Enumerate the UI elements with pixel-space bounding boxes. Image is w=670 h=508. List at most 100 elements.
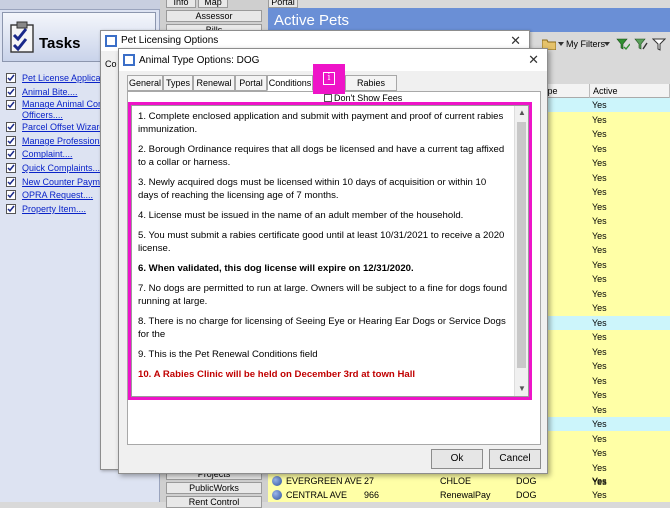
record-icon — [272, 476, 282, 486]
active-cell: Yes — [592, 230, 607, 241]
active-cell: Yes — [592, 100, 607, 110]
dont-show-fees-checkbox[interactable]: Don't Show Fees — [324, 93, 402, 103]
name-cell: RenewalPay — [440, 490, 491, 500]
active-cell: Yes — [592, 419, 607, 429]
close-icon[interactable]: ✕ — [510, 33, 521, 49]
ok-button[interactable]: Ok — [431, 449, 483, 469]
cancel-button[interactable]: Cancel — [489, 449, 541, 469]
active-cell: Yes — [592, 332, 607, 342]
active-cell: Yes — [592, 172, 607, 183]
num-cell: 27 — [364, 476, 375, 486]
task-check-icon — [6, 162, 16, 173]
active-cell: Yes — [592, 476, 607, 486]
chevron-down-icon[interactable] — [558, 40, 564, 48]
condition-line: 7. No dogs are permitted to run at large… — [138, 283, 508, 307]
nav-tab-portal[interactable]: Portal — [268, 0, 298, 8]
scroll-thumb[interactable] — [517, 122, 526, 368]
table-row[interactable]: CENTRAL AVE 966 RenewalPay DOG Yes — [268, 488, 670, 502]
active-cell: Yes — [592, 404, 607, 415]
table-row[interactable]: EVERGREEN AVE 27 CHLOE DOG Yes — [268, 474, 670, 488]
active-cell: Yes — [592, 361, 607, 371]
active-cell: Yes — [592, 143, 607, 154]
dont-show-fees-label: Don't Show Fees — [334, 93, 403, 103]
filter-check-icon[interactable] — [616, 37, 630, 51]
active-cell: Yes — [592, 187, 607, 197]
active-cell: Yes — [592, 288, 607, 299]
active-cell: Yes — [592, 245, 607, 255]
nav-publicworks-button[interactable]: PublicWorks — [166, 482, 262, 494]
vertical-scrollbar[interactable]: ▲ ▼ — [514, 106, 528, 396]
nav-assessor-button[interactable]: Assessor — [166, 10, 262, 22]
condition-line: 8. There is no charge for licensing of S… — [138, 316, 506, 340]
task-link[interactable]: Animal Bite.... — [22, 87, 78, 97]
active-cell: Yes — [592, 375, 607, 386]
checkbox-icon[interactable] — [324, 94, 332, 102]
condition-line: 9. This is the Pet Renewal Conditions fi… — [138, 349, 318, 360]
active-cell: Yes — [592, 462, 607, 473]
task-link[interactable]: Quick Complaints.... — [22, 163, 103, 173]
active-cell: Yes — [592, 390, 607, 400]
tab-types[interactable]: Types — [163, 75, 193, 91]
active-cell: Yes — [592, 448, 607, 458]
street-cell: EVERGREEN AVE — [286, 476, 362, 486]
street-cell: CENTRAL AVE — [286, 490, 348, 500]
task-check-icon — [6, 203, 16, 214]
active-pets-title: Active Pets — [268, 8, 670, 32]
condition-line: 10. A Rabies Clinic will be held on Dece… — [138, 369, 416, 380]
task-check-icon — [6, 100, 16, 111]
tab-portal[interactable]: Portal — [235, 75, 267, 91]
tab-rabies-clinic[interactable]: Rabies Clinic — [345, 75, 397, 102]
task-link[interactable]: OPRA Request.... — [22, 190, 93, 200]
condition-line: 5. You must submit a rabies certificate … — [138, 230, 505, 254]
active-cell: Yes — [592, 259, 607, 270]
tasks-title: Tasks — [39, 35, 81, 52]
task-check-icon — [6, 135, 16, 146]
clipboard-check-icon — [10, 21, 34, 53]
active-cell: Yes — [592, 317, 607, 328]
tab-renewal[interactable]: Renewal — [193, 75, 235, 91]
close-icon[interactable]: ✕ — [528, 52, 539, 68]
tab-general[interactable]: General — [127, 75, 163, 91]
active-cell: Yes — [592, 303, 607, 313]
active-cell: Yes — [592, 346, 607, 357]
app-icon — [123, 54, 135, 66]
nav-more-button[interactable]: Rent Control — [166, 496, 262, 508]
pets-toolbar: My Filters — [540, 36, 670, 54]
partial-label: Co — [105, 59, 117, 69]
filters-dropdown-icon[interactable] — [604, 41, 610, 47]
active-cell: Yes — [592, 216, 607, 226]
column-header-active[interactable]: Active — [590, 84, 670, 98]
type-cell: DOG — [516, 490, 537, 500]
active-cell: Yes — [592, 129, 607, 139]
filter-icon[interactable] — [652, 37, 666, 51]
active-cell: Yes — [592, 201, 607, 212]
condition-line: 6. When validated, this dog license will… — [138, 263, 414, 274]
nav-tab-info[interactable]: Info — [166, 0, 196, 8]
nav-tab-map[interactable]: Map — [198, 0, 228, 8]
scroll-down-icon[interactable]: ▼ — [517, 384, 527, 394]
conditions-textarea[interactable]: 1. Complete enclosed application and sub… — [131, 105, 529, 397]
num-cell: 966 — [364, 490, 380, 500]
record-icon — [272, 490, 282, 500]
animal-type-titlebar: Animal Type Options: DOG ✕ — [119, 49, 547, 71]
type-cell: DOG — [516, 476, 537, 486]
my-filters-button[interactable]: My Filters — [566, 39, 605, 49]
name-cell: CHLOE — [440, 476, 472, 486]
active-cell: Yes — [592, 274, 607, 284]
tasks-topbar — [0, 0, 160, 10]
scroll-up-icon[interactable]: ▲ — [517, 108, 527, 118]
task-check-icon — [6, 122, 16, 133]
condition-line: 2. Borough Ordinance requires that all d… — [138, 144, 505, 168]
pet-licensing-title: Pet Licensing Options — [121, 35, 219, 46]
task-link[interactable]: Pet License Applicati... — [22, 73, 113, 83]
filter-edit-icon[interactable] — [634, 37, 648, 51]
tab-conditions[interactable]: Conditions — [267, 75, 313, 91]
condition-line: 4. License must be issued in the name of… — [138, 210, 464, 221]
task-link[interactable]: Complaint.... — [22, 149, 73, 159]
task-link[interactable]: Property Item.... — [22, 204, 86, 214]
task-check-icon — [6, 73, 16, 83]
active-cell: Yes — [592, 433, 607, 444]
conditions-text: 1. Complete enclosed application and sub… — [138, 110, 508, 388]
active-cell: Yes — [592, 114, 607, 125]
active-cell: Yes — [592, 490, 607, 500]
